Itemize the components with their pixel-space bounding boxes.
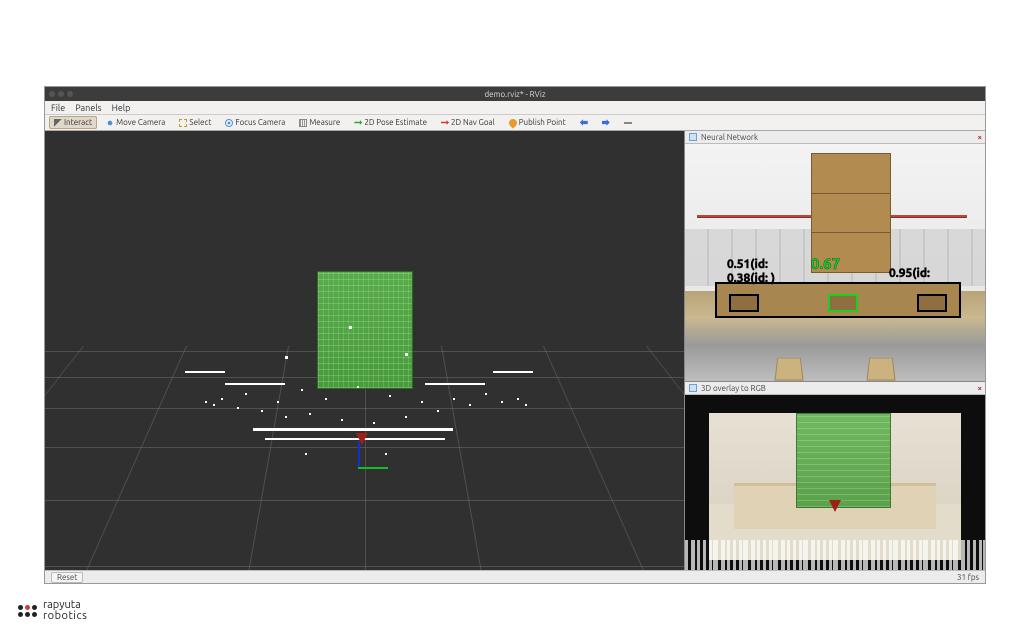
fps-label: 31 fps [957, 573, 979, 582]
minus-icon [624, 119, 632, 127]
window-maximize-icon[interactable] [67, 91, 73, 97]
panel-title: 3D overlay to RGB [701, 384, 766, 393]
window-minimize-icon[interactable] [58, 91, 64, 97]
move-icon [106, 119, 114, 127]
window-close-icon[interactable] [49, 91, 55, 97]
menubar: File Panels Help [45, 101, 985, 115]
detection-score-1: 0.51(id: [727, 258, 768, 271]
overlay-pointcloud [685, 540, 985, 570]
menu-panels[interactable]: Panels [75, 103, 101, 113]
logo-mark-icon [18, 605, 37, 617]
axis-z-icon [358, 441, 360, 469]
arrow-red-icon [441, 119, 449, 127]
ruler-icon [299, 119, 307, 127]
tool-measure[interactable]: Measure [294, 116, 345, 129]
cursor-icon [54, 119, 62, 127]
select-icon [179, 119, 187, 127]
menu-file[interactable]: File [51, 103, 65, 113]
detection-score-4: 0.95(id: [889, 267, 930, 280]
statusbar: Reset 31 fps [45, 570, 985, 583]
3d-view[interactable] [45, 131, 684, 570]
reset-button[interactable]: Reset [51, 572, 83, 583]
panel-title: Neural Network [701, 133, 758, 142]
tool-focus-camera[interactable]: Focus Camera [220, 116, 290, 129]
brand-line2: robotics [43, 611, 87, 622]
rviz-window: demo.rviz* - RViz File Panels Help Inter… [44, 86, 986, 584]
detection-score-3: 0.38(id: ) [727, 272, 775, 285]
window-controls[interactable] [49, 91, 73, 97]
main-area: Neural Network × [45, 131, 985, 570]
tool-move-camera[interactable]: Move Camera [101, 116, 170, 129]
focus-icon [225, 119, 233, 127]
panel-header-3d-overlay[interactable]: 3D overlay to RGB × [685, 382, 985, 395]
tool-select[interactable]: Select [174, 116, 216, 129]
detection-score-2: 0.67 [811, 255, 840, 272]
arrow-green-icon [354, 119, 362, 127]
side-panels: Neural Network × [685, 131, 985, 570]
menu-help[interactable]: Help [112, 103, 131, 113]
brand-logo: rapyuta robotics [18, 600, 87, 622]
tool-interact[interactable]: Interact [49, 116, 97, 129]
camera-view-nn[interactable]: 0.51(id: 0.38(id: ) 0.67 0.95(id: [685, 144, 985, 381]
titlebar[interactable]: demo.rviz* - RViz [45, 87, 985, 101]
panel-header-neural-network[interactable]: Neural Network × [685, 131, 985, 144]
panel-close-icon[interactable]: × [977, 133, 982, 142]
pallet-pocket-left [729, 294, 759, 312]
camera-view-overlay[interactable] [685, 395, 985, 570]
pallet-pocket-right [917, 294, 947, 312]
detected-pallet [715, 282, 961, 318]
panel-close-icon[interactable]: × [977, 384, 982, 393]
tool-nav-next[interactable] [597, 117, 615, 129]
panel-neural-network: Neural Network × [685, 131, 985, 381]
overlay-box-3d [796, 413, 891, 508]
pallet-pocket-center [828, 294, 858, 312]
camera-scene: 0.51(id: 0.38(id: ) 0.67 0.95(id: [685, 144, 985, 381]
toolbar: Interact Move Camera Select Focus Camera… [45, 115, 985, 131]
window-title: demo.rviz* - RViz [484, 90, 545, 99]
forklift-forks [730, 353, 940, 381]
overlay-scene [685, 395, 985, 570]
panel-3d-overlay: 3D overlay to RGB × [685, 382, 985, 570]
axis-x-icon [358, 467, 388, 469]
panel-icon [689, 133, 697, 141]
tool-zoom-extents[interactable] [619, 117, 637, 129]
pin-icon [507, 117, 518, 128]
tool-2d-nav-goal[interactable]: 2D Nav Goal [436, 116, 500, 129]
arrow-left-icon [580, 119, 588, 127]
tool-nav-prev[interactable] [575, 117, 593, 129]
panel-icon [689, 384, 697, 392]
tool-publish-point[interactable]: Publish Point [504, 116, 571, 129]
tool-2d-pose-estimate[interactable]: 2D Pose Estimate [349, 116, 432, 129]
overlay-arrow-icon [829, 500, 841, 512]
arrow-right-icon [602, 119, 610, 127]
